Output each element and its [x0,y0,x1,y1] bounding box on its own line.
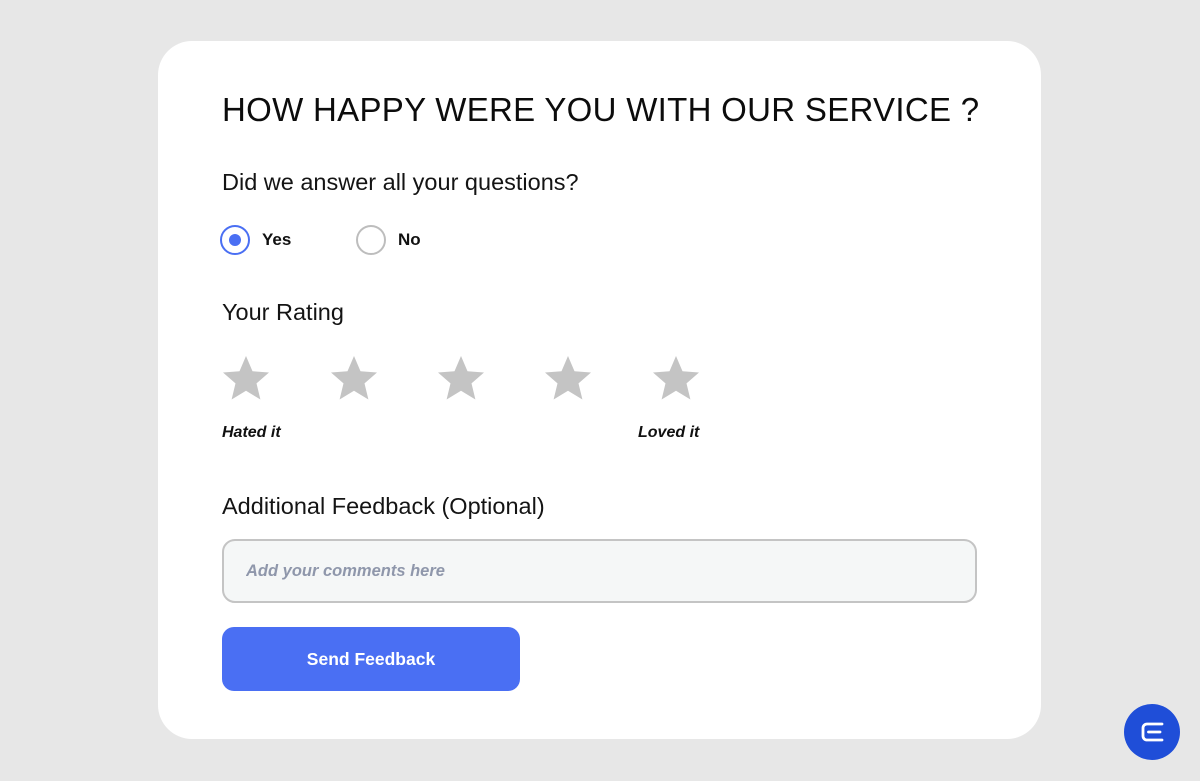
radio-label-yes: Yes [262,230,292,249]
radio-label-no: No [398,230,421,249]
comments-input[interactable] [222,539,977,603]
chat-assistant-icon [1141,722,1164,742]
rating-high-label: Loved it [638,424,700,441]
send-feedback-button[interactable]: Send Feedback [222,627,520,691]
star-1-icon[interactable] [222,355,270,401]
star-3-icon[interactable] [437,355,485,401]
radio-button-yes[interactable] [220,225,250,255]
feedback-title: Additional Feedback (Optional) [222,493,545,519]
radio-button-no[interactable] [356,225,386,255]
radio-option-no[interactable]: No [356,225,421,255]
rating-low-label: Hated it [222,424,281,441]
question-label: Did we answer all your questions? [222,169,579,195]
star-5-icon[interactable] [652,355,700,401]
star-4-icon[interactable] [544,355,592,401]
survey-title: HOW HAPPY WERE YOU WITH OUR SERVICE ? [222,91,980,128]
feedback-card: HOW HAPPY WERE YOU WITH OUR SERVICE ? Di… [158,41,1041,739]
radio-option-yes[interactable]: Yes [220,225,291,255]
chat-assistant-button[interactable] [1124,704,1180,760]
answer-radio-group: Yes No [220,225,520,255]
star-2-icon[interactable] [330,355,378,401]
rating-title: Your Rating [222,299,344,325]
